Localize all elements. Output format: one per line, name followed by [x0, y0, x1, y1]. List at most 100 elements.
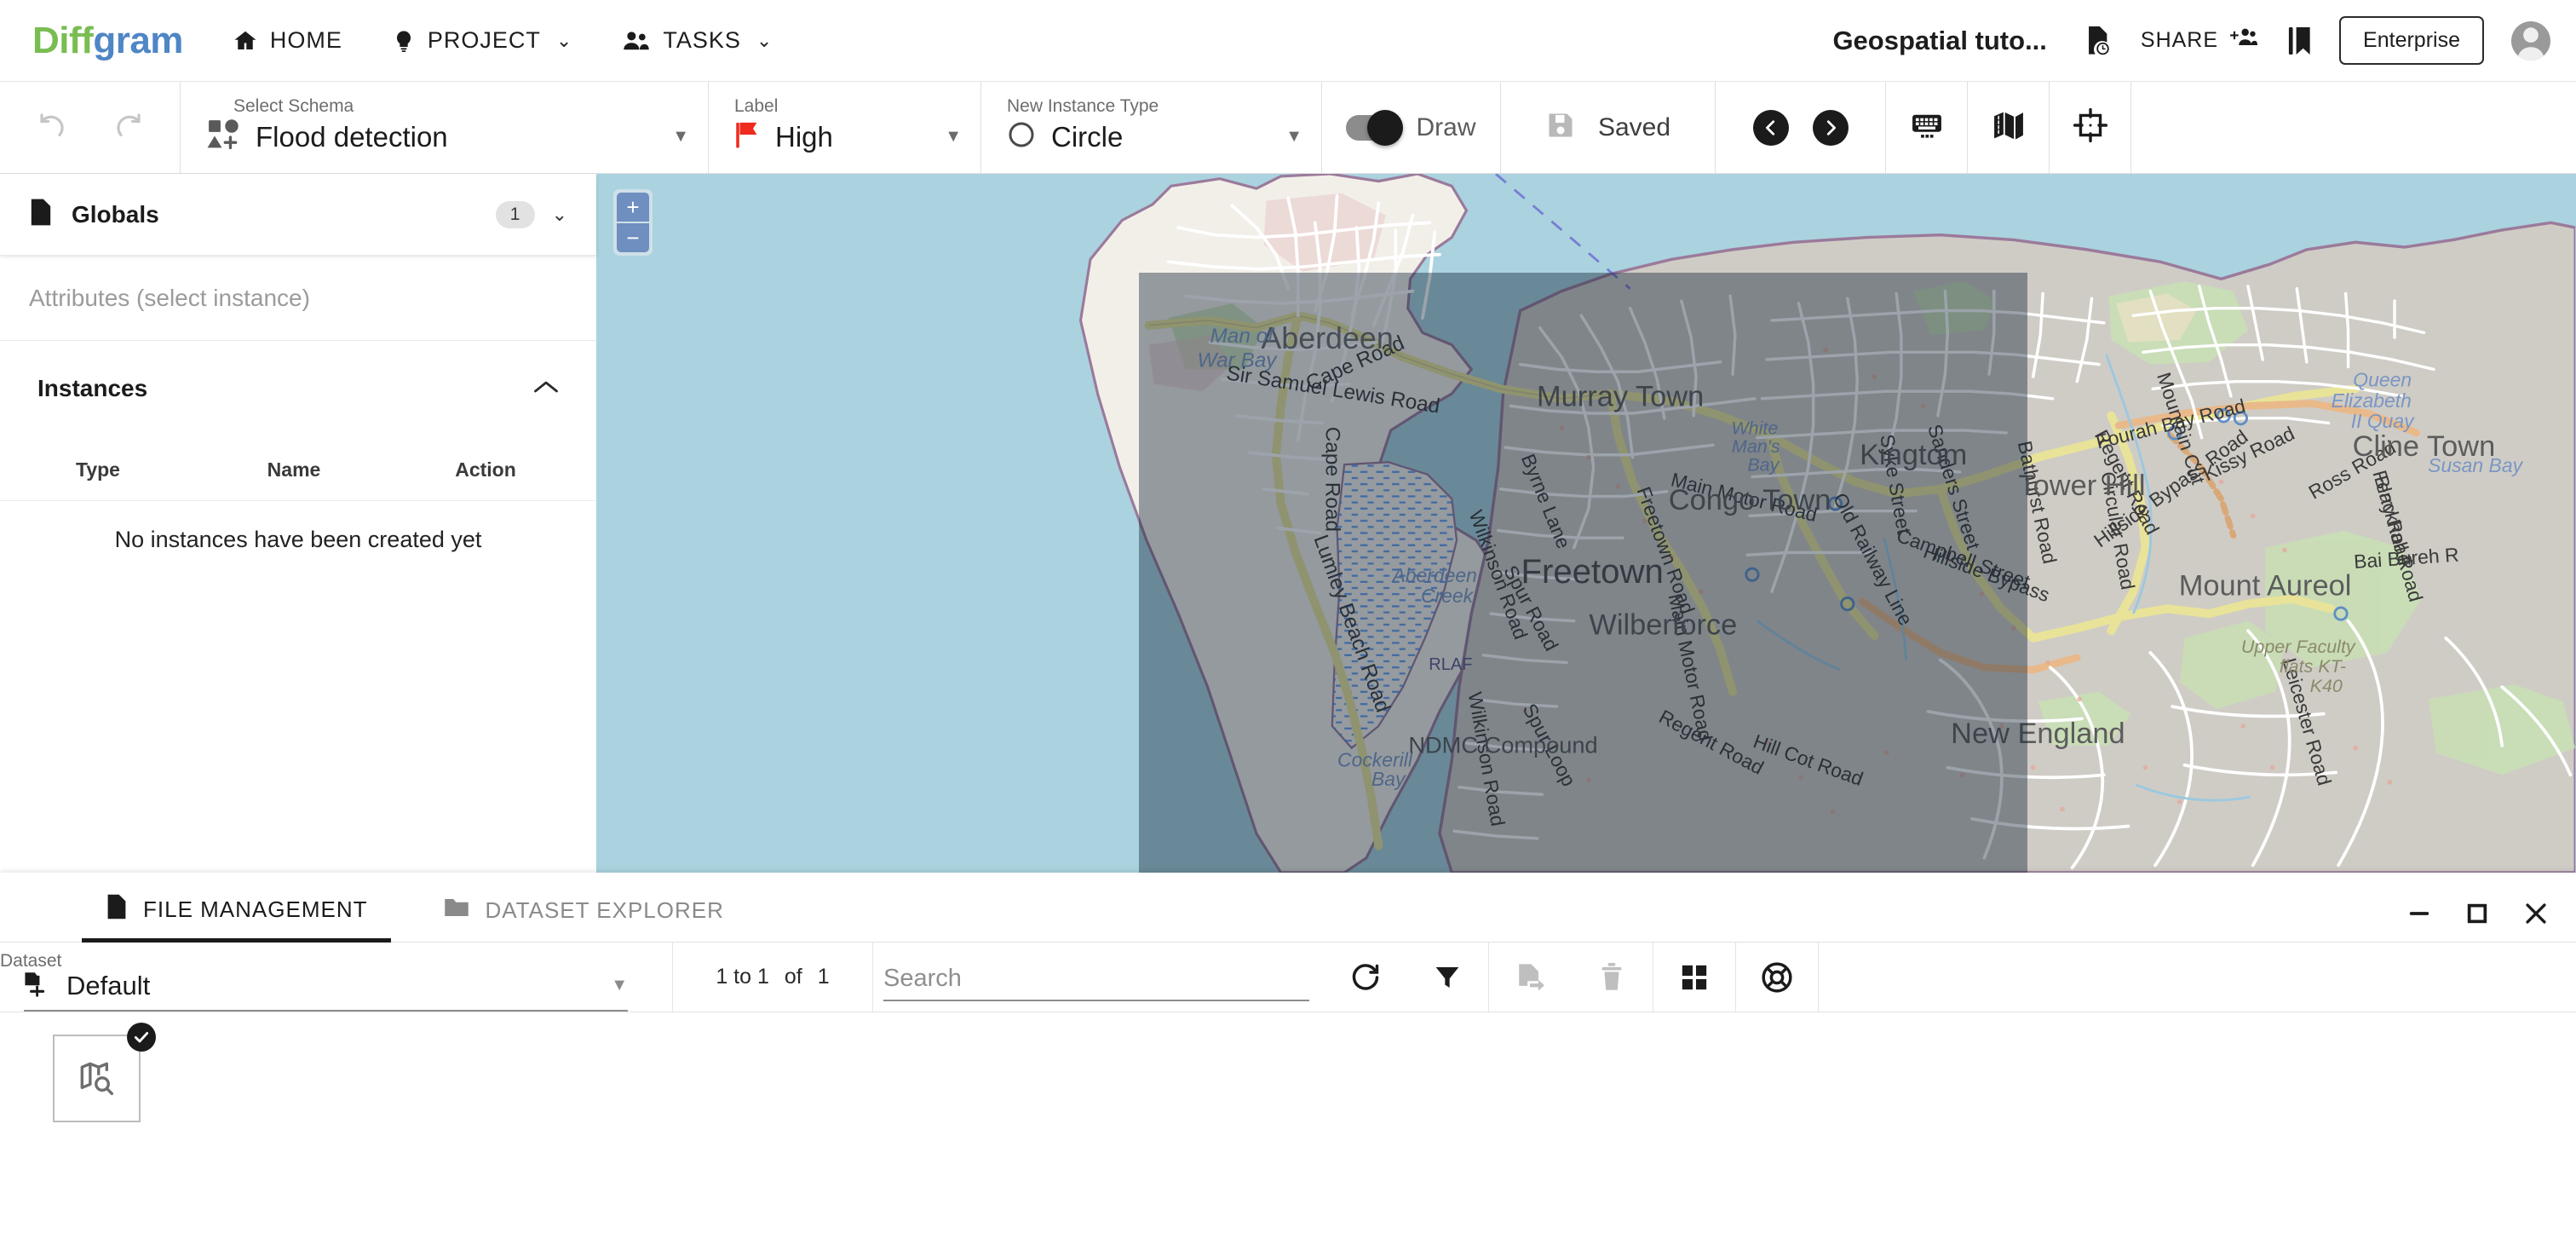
chevron-left-circle-icon[interactable] [1752, 109, 1789, 146]
chevron-up-icon[interactable] [533, 378, 559, 400]
chevron-right-circle-icon[interactable] [1812, 109, 1849, 146]
focus-region-button[interactable] [2050, 82, 2131, 173]
user-avatar-icon[interactable] [2511, 20, 2550, 61]
map-icon [1992, 108, 2026, 147]
enterprise-button[interactable]: Enterprise [2339, 16, 2484, 65]
help-button[interactable] [1736, 943, 1818, 1012]
folder-icon [444, 895, 469, 926]
file-clock-icon[interactable] [2083, 25, 2112, 57]
save-status-label: Saved [1597, 112, 1671, 141]
map-place-label: Upper Faculty [2241, 637, 2356, 657]
schema-select-label: Select Schema [233, 96, 354, 116]
instance-type-value: Circle [1051, 120, 1124, 153]
nav-item-tasks[interactable]: TASKS ⌄ [622, 27, 773, 54]
save-status[interactable]: Saved [1501, 82, 1716, 173]
map-canvas[interactable]: Cape Road Sir Samuel Lewis Road Cape Road L… [596, 174, 2576, 873]
file-icon [106, 893, 128, 926]
globals-count-badge: 1 [495, 200, 535, 228]
schema-select[interactable]: Select Schema Flood detection ▼ [181, 82, 709, 173]
nav-item-project[interactable]: PROJECT ⌄ [392, 27, 572, 54]
share-button[interactable]: SHARE [2140, 26, 2258, 55]
undo-icon[interactable] [37, 112, 67, 143]
redo-icon[interactable] [113, 112, 144, 143]
window-controls [2406, 899, 2550, 928]
top-navigation-bar: Diffgram HOME PROJECT ⌄ TASKS ⌄ Geospati… [0, 0, 2576, 82]
nav-item-home-label: HOME [269, 27, 342, 53]
dataset-toolbar-spacer [1819, 943, 2576, 1012]
refresh-button[interactable] [1325, 943, 1406, 1012]
dataset-select[interactable]: Dataset Default ▼ [0, 943, 673, 1012]
diffgram-logo[interactable]: Diffgram [32, 21, 183, 60]
minimize-icon[interactable] [2406, 900, 2433, 927]
bookmark-icon[interactable] [2286, 25, 2314, 57]
page-title: Geospatial tuto... [1832, 25, 2047, 55]
tab-file-management[interactable]: FILE MANAGEMENT [82, 893, 392, 943]
map-zoom-controls: + − [613, 189, 653, 256]
column-header-name: Name [267, 458, 321, 481]
map-place-label: New England [1951, 718, 2125, 750]
draw-toggle-switch[interactable] [1346, 109, 1404, 146]
chevron-down-icon: ▼ [1285, 127, 1302, 146]
shapes-add-icon [206, 118, 240, 156]
bottom-panel-tabs: FILE MANAGEMENT DATASET EXPLORER [0, 873, 2576, 943]
instance-type-select[interactable]: New Instance Type Circle ▼ [981, 82, 1322, 173]
zoom-out-button[interactable]: − [617, 223, 649, 252]
share-people-icon [2228, 26, 2258, 55]
file-card[interactable] [53, 1023, 156, 1122]
map-place-label: Aberdeen [1391, 564, 1477, 586]
keyboard-shortcuts-button[interactable] [1886, 82, 1968, 173]
close-icon[interactable] [2521, 899, 2550, 928]
map-place-label: NDMC Compound [1408, 732, 1597, 758]
tab-dataset-explorer-label: DATASET EXPLORER [485, 897, 724, 923]
column-header-action: Action [455, 458, 516, 481]
instances-empty-message: No instances have been created yet [114, 526, 482, 552]
map-place-label: Congo Town [1669, 484, 1831, 516]
map-place-label: Man's [1732, 436, 1780, 457]
chevron-down-icon[interactable]: ⌄ [552, 204, 567, 226]
label-select[interactable]: Label High ▼ [709, 82, 981, 173]
floppy-disk-icon [1545, 110, 1576, 145]
map-place-label: Susan Bay [2428, 454, 2523, 476]
file-selected-checkmark-icon[interactable] [127, 1023, 156, 1052]
globals-section-header[interactable]: Globals 1 ⌄ [0, 174, 596, 256]
schema-select-value: Flood detection [256, 120, 448, 153]
file-icon [29, 198, 53, 231]
pagination-of: of [784, 965, 802, 989]
tab-dataset-explorer[interactable]: DATASET EXPLORER [420, 895, 747, 942]
keyboard-icon [1910, 108, 1944, 147]
instance-type-label: New Instance Type [1007, 96, 1159, 116]
flag-icon [734, 120, 760, 153]
search-input[interactable] [883, 965, 1309, 1001]
annotation-sidebar: Globals 1 ⌄ Attributes (select instance)… [0, 174, 596, 873]
draw-toggle-label: Draw [1416, 112, 1476, 141]
chevron-down-icon: ⌄ [756, 29, 773, 51]
home-icon [233, 28, 258, 54]
bottom-panel: FILE MANAGEMENT DATASET EXPLORER Dataset… [0, 873, 2576, 1251]
map-rendering: Cape RoadSir Samuel Lewis RoadCape RoadL… [596, 174, 2576, 873]
globals-title: Globals [72, 200, 159, 228]
instances-table: Type Name Action No instances have been … [0, 436, 596, 578]
search-container [873, 943, 1325, 1012]
map-place-label: War Bay [1198, 349, 1279, 372]
map-place-label: Aberdeen [1261, 321, 1393, 355]
delete-button[interactable] [1571, 943, 1653, 1012]
dataset-toolbar: Dataset Default ▼ 1 to 1 of 1 [0, 943, 2576, 1012]
nav-item-home[interactable]: HOME [233, 27, 342, 54]
map-place-label: flats KT- [2280, 656, 2346, 677]
pagination-total: 1 [817, 965, 830, 989]
share-button-label: SHARE [2140, 28, 2219, 52]
file-thumbnail[interactable] [53, 1035, 141, 1122]
attributes-section[interactable]: Attributes (select instance) [0, 256, 596, 341]
instances-section-header[interactable]: Instances [0, 341, 596, 436]
grid-view-button[interactable] [1653, 943, 1735, 1012]
move-file-button[interactable] [1489, 943, 1571, 1012]
zoom-in-button[interactable]: + [617, 193, 649, 222]
map-view-button[interactable] [1968, 82, 2050, 173]
draw-toggle[interactable]: Draw [1322, 82, 1501, 173]
filter-button[interactable] [1406, 943, 1488, 1012]
maximize-icon[interactable] [2464, 900, 2491, 927]
tab-file-management-label: FILE MANAGEMENT [143, 896, 368, 922]
attributes-placeholder: Attributes (select instance) [29, 284, 310, 311]
lightbulb-icon [392, 28, 416, 54]
file-grid [0, 1012, 2576, 1122]
